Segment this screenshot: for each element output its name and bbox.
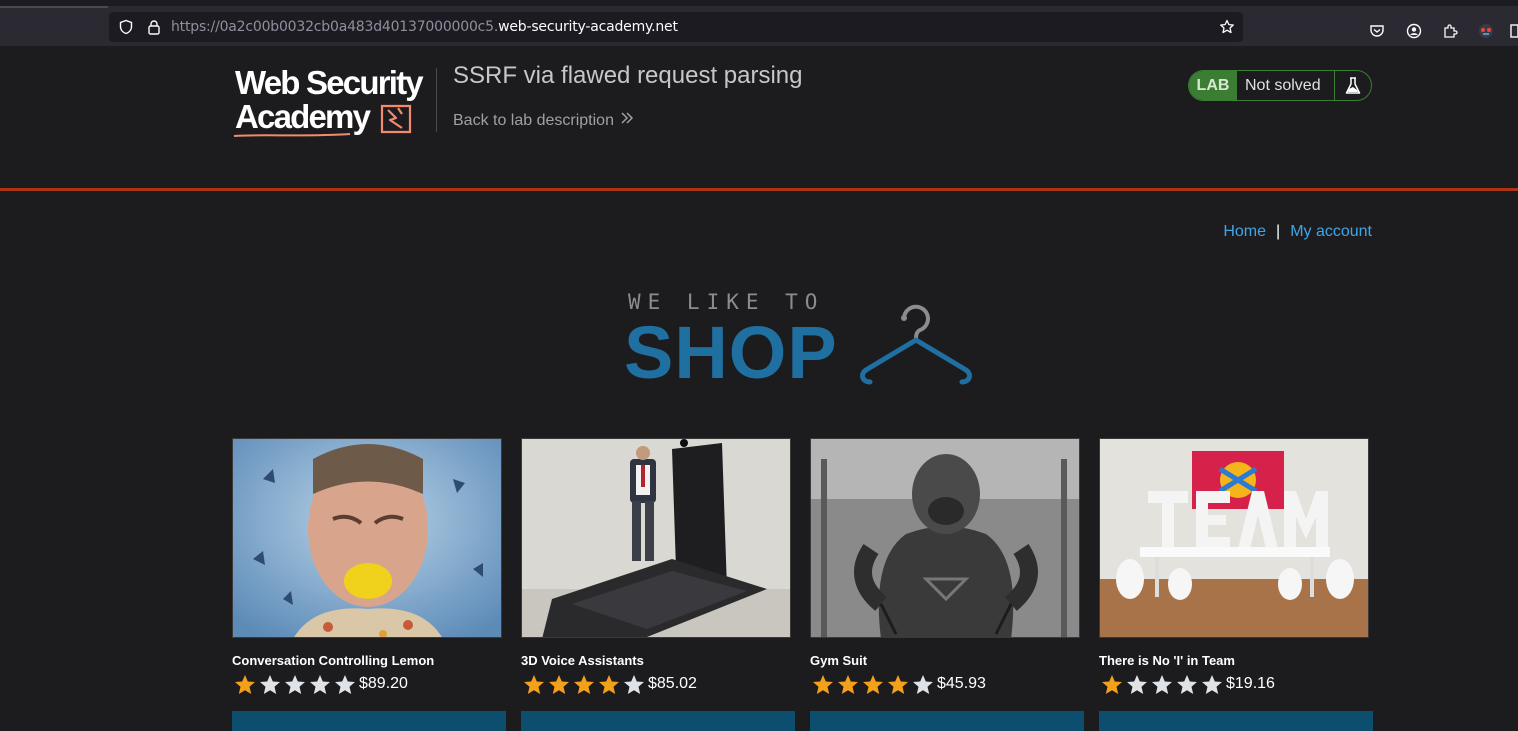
product-price: $85.02 [648, 675, 697, 692]
star-icon[interactable] [1219, 19, 1235, 35]
view-details-button[interactable] [232, 711, 506, 731]
star-filled-icon [885, 673, 910, 695]
product-rating: $19.16 [1099, 673, 1275, 695]
product-price: $89.20 [359, 675, 408, 692]
star-filled-icon [860, 673, 885, 695]
product-name: Gym Suit [810, 653, 868, 668]
product-rating: $85.02 [521, 673, 697, 695]
address-bar[interactable]: https://0a2c00b0032cb0a483d40137000000c5… [109, 12, 1243, 42]
top-nav: Home | My account [1223, 223, 1372, 241]
product-card: Conversation Controlling Lemon $89.20 [232, 438, 506, 731]
product-name: 3D Voice Assistants [521, 653, 644, 668]
lab-title: SSRF via flawed request parsing [453, 62, 803, 89]
lock-icon[interactable] [146, 19, 162, 35]
star-empty-icon [307, 673, 332, 695]
lab-badge: LAB [1189, 71, 1237, 100]
pocket-icon[interactable] [1368, 22, 1386, 40]
star-empty-icon [1199, 673, 1224, 695]
product-card: There is No 'I' in Team $19.16 [1099, 438, 1373, 731]
double-chevron-right-icon [620, 111, 634, 130]
menu-icon[interactable] [1510, 22, 1518, 40]
product-rating: $45.93 [810, 673, 986, 695]
star-filled-icon [546, 673, 571, 695]
browser-toolbar: https://0a2c00b0032cb0a483d40137000000c5… [0, 0, 1518, 46]
profile-icon[interactable] [1477, 22, 1495, 40]
product-name: There is No 'I' in Team [1099, 653, 1235, 668]
view-details-button[interactable] [1099, 711, 1373, 731]
star-filled-icon [596, 673, 621, 695]
account-icon[interactable] [1405, 22, 1423, 40]
extensions-icon[interactable] [1441, 22, 1459, 40]
lab-status-text: Not solved [1237, 71, 1335, 100]
web-security-academy-logo[interactable]: Web Security Academy [233, 66, 433, 140]
product-name: Conversation Controlling Lemon [232, 653, 435, 668]
star-empty-icon [1149, 673, 1174, 695]
star-filled-icon [571, 673, 596, 695]
flask-icon [1335, 71, 1371, 100]
product-price: $45.93 [937, 675, 986, 692]
star-filled-icon [810, 673, 835, 695]
tab-strip [0, 6, 108, 8]
product-grid: Conversation Controlling Lemon $89.20 3D… [232, 438, 1373, 731]
product-card: Gym Suit $45.93 [810, 438, 1084, 731]
star-filled-icon [232, 673, 257, 695]
star-filled-icon [521, 673, 546, 695]
star-empty-icon [621, 673, 646, 695]
nav-home-link[interactable]: Home [1223, 223, 1266, 241]
star-empty-icon [332, 673, 357, 695]
url-text[interactable]: https://0a2c00b0032cb0a483d40137000000c5… [171, 19, 678, 35]
header-divider [0, 188, 1518, 191]
back-to-lab-description-link[interactable]: Back to lab description [453, 111, 634, 130]
logo-lightning-icon [380, 104, 412, 134]
lab-status-widget: LAB Not solved [1188, 70, 1372, 101]
logo-underline [233, 133, 351, 137]
view-details-button[interactable] [521, 711, 795, 731]
banner-shop-text: SHOP [624, 311, 838, 394]
star-empty-icon [910, 673, 935, 695]
logo-text-line2: Academy [235, 98, 371, 135]
shop-banner: WE LIKE TO SHOP [620, 290, 990, 390]
product-rating: $89.20 [232, 673, 408, 695]
product-image-team[interactable] [1099, 438, 1369, 638]
product-image-voice-assistant[interactable] [521, 438, 791, 638]
nav-my-account-link[interactable]: My account [1290, 223, 1372, 241]
product-card: 3D Voice Assistants $85.02 [521, 438, 795, 731]
product-image-lemon[interactable] [232, 438, 502, 638]
star-empty-icon [1124, 673, 1149, 695]
hanger-icon [860, 304, 972, 385]
header-separator [436, 68, 437, 132]
logo-text-line1: Web Security [235, 64, 424, 101]
nav-separator: | [1276, 223, 1281, 240]
star-filled-icon [835, 673, 860, 695]
back-link-label: Back to lab description [453, 111, 614, 129]
product-price: $19.16 [1226, 675, 1275, 692]
star-empty-icon [257, 673, 282, 695]
product-image-gym-suit[interactable] [810, 438, 1080, 638]
star-filled-icon [1099, 673, 1124, 695]
view-details-button[interactable] [810, 711, 1084, 731]
star-empty-icon [282, 673, 307, 695]
star-empty-icon [1174, 673, 1199, 695]
shield-icon[interactable] [118, 19, 134, 35]
